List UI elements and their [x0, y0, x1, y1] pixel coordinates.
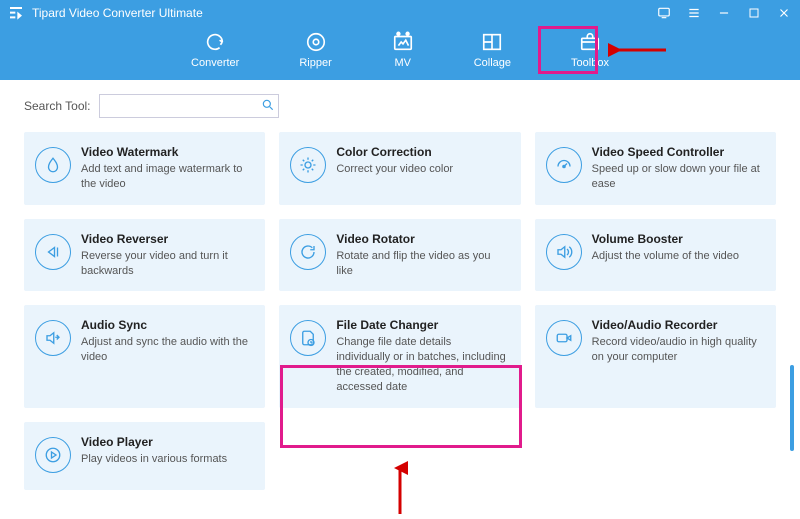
speed-icon [546, 147, 582, 183]
card-desc: Play videos in various formats [81, 452, 252, 467]
feedback-icon[interactable] [656, 5, 672, 21]
nav-label: Converter [191, 57, 239, 69]
nav-label: MV [394, 57, 411, 69]
card-title: Volume Booster [592, 232, 763, 246]
titlebar: Tipard Video Converter Ultimate [0, 0, 800, 26]
volume-icon [546, 234, 582, 270]
card-title: Video Rotator [336, 232, 507, 246]
header: Tipard Video Converter Ultimate Converte… [0, 0, 800, 80]
ripper-icon [305, 31, 327, 53]
search-label: Search Tool: [24, 99, 91, 113]
toolbox-icon [579, 31, 601, 53]
card-title: Color Correction [336, 145, 507, 159]
tool-video-audio-recorder[interactable]: Video/Audio Recorder Record video/audio i… [535, 305, 776, 407]
card-desc: Adjust and sync the audio with the video [81, 335, 252, 365]
tool-file-date-changer[interactable]: File Date Changer Change file date detail… [279, 305, 520, 407]
color-correction-icon [290, 147, 326, 183]
file-date-icon [290, 320, 326, 356]
search-input-wrap[interactable] [99, 94, 279, 118]
nav-ripper[interactable]: Ripper [299, 31, 331, 69]
card-title: Video/Audio Recorder [592, 318, 763, 332]
card-desc: Correct your video color [336, 162, 507, 177]
card-title: Video Reverser [81, 232, 252, 246]
tool-video-player[interactable]: Video Player Play videos in various forma… [24, 422, 265, 490]
minimize-icon[interactable] [716, 5, 732, 21]
card-desc: Rotate and flip the video as you like [336, 249, 507, 279]
nav-collage[interactable]: Collage [474, 31, 511, 69]
nav-converter[interactable]: Converter [191, 31, 239, 69]
card-title: Video Player [81, 435, 252, 449]
tool-video-rotator[interactable]: Video Rotator Rotate and flip the video a… [279, 219, 520, 292]
search-input[interactable] [106, 95, 261, 117]
card-desc: Add text and image watermark to the vide… [81, 162, 252, 192]
card-title: Video Watermark [81, 145, 252, 159]
search-row: Search Tool: [24, 94, 776, 118]
nav-label: Ripper [299, 57, 331, 69]
maximize-icon[interactable] [746, 5, 762, 21]
card-title: Audio Sync [81, 318, 252, 332]
watermark-icon [35, 147, 71, 183]
content-area: Search Tool: Video Watermark Add text and… [0, 80, 800, 519]
card-desc: Change file date details individually or… [336, 335, 507, 394]
main-nav: Converter Ripper MV Collage Toolbox [0, 26, 800, 80]
scrollbar[interactable] [790, 365, 794, 451]
menu-icon[interactable] [686, 5, 702, 21]
nav-label: Toolbox [571, 57, 609, 69]
app-logo-icon [8, 5, 24, 21]
app-title: Tipard Video Converter Ultimate [32, 6, 203, 20]
mv-icon [392, 31, 414, 53]
close-icon[interactable] [776, 5, 792, 21]
tool-audio-sync[interactable]: Audio Sync Adjust and sync the audio with… [24, 305, 265, 407]
converter-icon [204, 31, 226, 53]
recorder-icon [546, 320, 582, 356]
tool-video-speed-controller[interactable]: Video Speed Controller Speed up or slow d… [535, 132, 776, 205]
rotate-icon [290, 234, 326, 270]
window-controls [656, 5, 792, 21]
tool-video-reverser[interactable]: Video Reverser Reverse your video and tur… [24, 219, 265, 292]
card-title: Video Speed Controller [592, 145, 763, 159]
tool-grid: Video Watermark Add text and image waterm… [24, 132, 776, 490]
play-icon [35, 437, 71, 473]
card-title: File Date Changer [336, 318, 507, 332]
collage-icon [481, 31, 503, 53]
nav-toolbox[interactable]: Toolbox [571, 31, 609, 69]
nav-label: Collage [474, 57, 511, 69]
card-desc: Record video/audio in high quality on yo… [592, 335, 763, 365]
search-icon[interactable] [261, 98, 275, 115]
audio-sync-icon [35, 320, 71, 356]
tool-video-watermark[interactable]: Video Watermark Add text and image waterm… [24, 132, 265, 205]
card-desc: Speed up or slow down your file at ease [592, 162, 763, 192]
tool-color-correction[interactable]: Color Correction Correct your video color [279, 132, 520, 205]
card-desc: Adjust the volume of the video [592, 249, 763, 264]
nav-mv[interactable]: MV [392, 31, 414, 69]
tool-volume-booster[interactable]: Volume Booster Adjust the volume of the v… [535, 219, 776, 292]
reverse-icon [35, 234, 71, 270]
card-desc: Reverse your video and turn it backwards [81, 249, 252, 279]
